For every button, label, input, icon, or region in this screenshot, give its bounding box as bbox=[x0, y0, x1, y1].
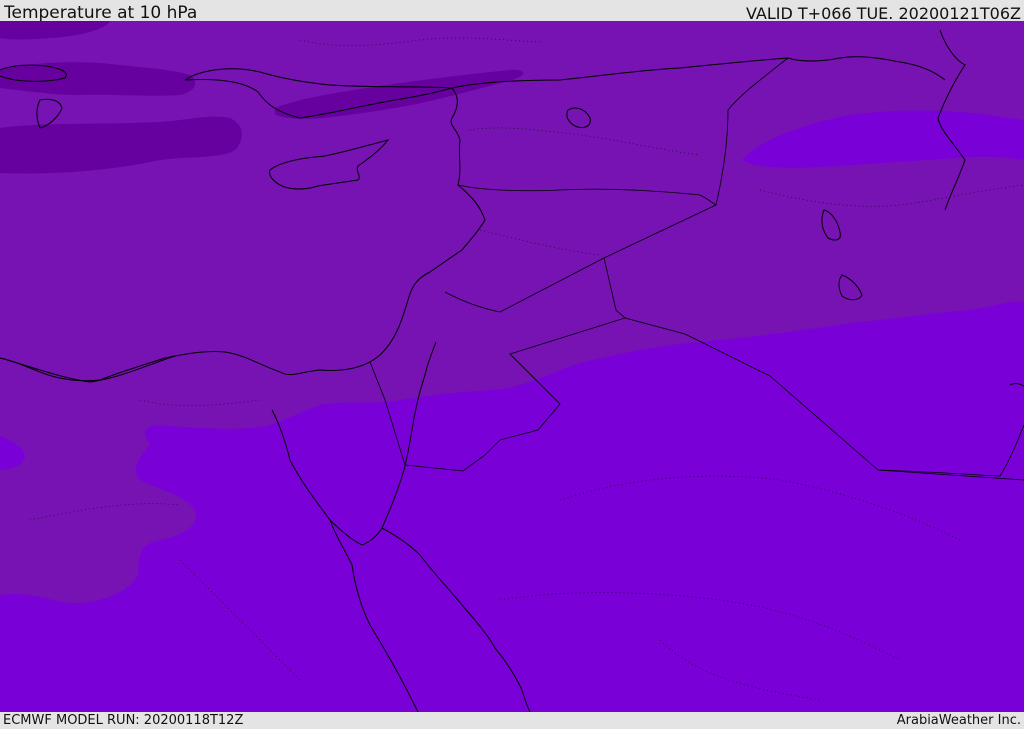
map-canvas bbox=[0, 21, 1024, 712]
credit: ArabiaWeather Inc. bbox=[896, 713, 1021, 728]
temperature-map bbox=[0, 21, 1024, 712]
map-title: Temperature at 10 hPa bbox=[4, 3, 198, 23]
model-run: ECMWF MODEL RUN: 20200118T12Z bbox=[3, 713, 244, 728]
header-bar: Temperature at 10 hPa VALID T+066 TUE. 2… bbox=[0, 0, 1024, 23]
footer-bar: ECMWF MODEL RUN: 20200118T12Z ArabiaWeat… bbox=[0, 712, 1024, 729]
